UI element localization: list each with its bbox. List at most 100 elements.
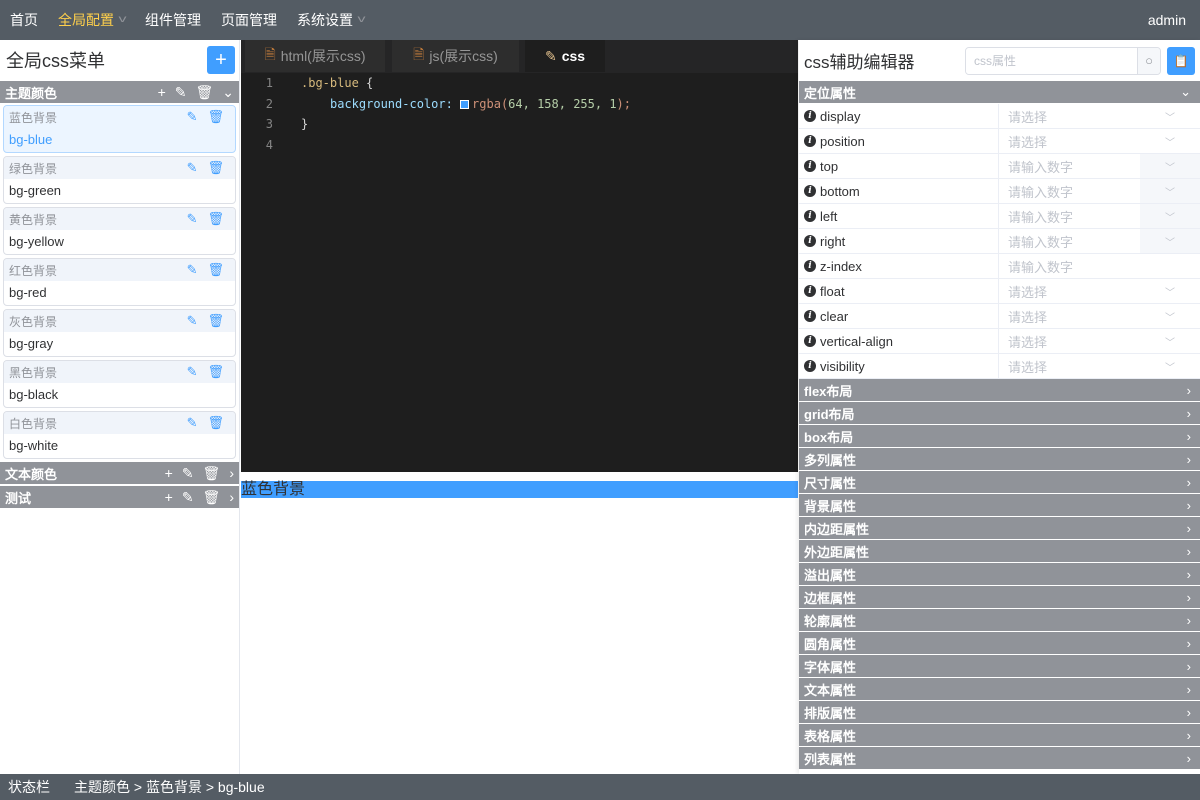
chevron-down-icon[interactable]: ﹀ [1140,179,1200,203]
chevron-down-icon[interactable]: ﹀ [1140,154,1200,178]
info-icon[interactable]: i [804,285,816,297]
css-class-item[interactable]: 红色背景 ✎ 🗑 bg-red [3,258,236,306]
property-value-bottom[interactable]: 请输入数字 ﹀ [999,179,1200,203]
property-value-float[interactable]: 请选择 ﹀ [999,279,1200,303]
section-header[interactable]: flex布局 › [799,379,1200,402]
nav-item[interactable]: 首页 [0,0,48,40]
css-search-input[interactable] [966,47,1137,74]
property-value-left[interactable]: 请输入数字 ﹀ [999,204,1200,228]
section-header[interactable]: 字体属性 › [799,655,1200,678]
section-header[interactable]: grid布局 › [799,402,1200,425]
tab-css[interactable]: ✎ css [525,40,605,72]
user-menu[interactable]: admin [1148,12,1200,28]
chevron-down-icon[interactable]: ﹀ [1140,304,1200,328]
info-icon[interactable]: i [804,235,816,247]
delete-icon[interactable]: 🗑 [195,84,213,101]
delete-icon[interactable]: 🗑 [207,160,224,176]
chevron-down-icon[interactable]: ﹀ [1140,229,1200,253]
edit-icon[interactable]: ✎ [187,313,198,329]
color-swatch-icon[interactable] [460,99,470,109]
info-icon[interactable]: i [804,160,816,172]
info-icon[interactable]: i [804,185,816,197]
info-icon[interactable]: i [804,335,816,347]
nav-item[interactable]: 系统设置 v [287,0,374,40]
section-header[interactable]: 背景属性 › [799,494,1200,517]
code-area[interactable]: 1 .bg-blue { 2 background-color: rgba(64, … [241,73,798,155]
chevron-down-icon[interactable]: ﹀ [1140,279,1200,303]
group-header[interactable]: 测试 + ✎ 🗑 › [0,486,239,508]
edit-icon[interactable]: ✎ [187,415,198,431]
edit-icon[interactable]: ✎ [182,489,194,506]
edit-icon[interactable]: ✎ [187,160,198,176]
tab-js[interactable]: 🗎 js(展示css) [392,40,519,72]
group-header[interactable]: 文本颜色 + ✎ 🗑 › [0,462,239,484]
edit-icon[interactable]: ✎ [187,364,198,380]
chevron-down-icon[interactable]: ﹀ [1140,129,1200,153]
chevron-down-icon[interactable]: ﹀ [1140,204,1200,228]
info-icon[interactable]: i [804,360,816,372]
delete-icon[interactable]: 🗑 [207,364,224,380]
property-value-right[interactable]: 请输入数字 ﹀ [999,229,1200,253]
chevron-down-icon[interactable]: ﹀ [1140,354,1200,378]
search-button[interactable]: ○ [1137,47,1160,74]
delete-icon[interactable]: 🗑 [203,489,221,506]
section-header[interactable]: 文本属性 › [799,678,1200,701]
info-icon[interactable]: i [804,110,816,122]
add-group-button[interactable]: + [207,46,235,74]
section-header[interactable]: 内边距属性 › [799,517,1200,540]
nav-item[interactable]: 组件管理 [135,0,211,40]
edit-icon[interactable]: ✎ [182,465,194,482]
add-icon[interactable]: + [158,84,166,101]
info-icon[interactable]: i [804,260,816,272]
section-header-positioning[interactable]: 定位属性 ⌄ [799,81,1200,104]
property-value-vertical-align[interactable]: 请选择 ﹀ [999,329,1200,353]
section-header[interactable]: 圆角属性 › [799,632,1200,655]
section-header[interactable]: 溢出属性 › [799,563,1200,586]
section-header[interactable]: 排版属性 › [799,701,1200,724]
edit-icon[interactable]: ✎ [187,211,198,227]
edit-icon[interactable]: ✎ [187,109,198,125]
css-class-item[interactable]: 黄色背景 ✎ 🗑 bg-yellow [3,207,236,255]
delete-icon[interactable]: 🗑 [207,415,224,431]
css-class-item[interactable]: 白色背景 ✎ 🗑 bg-white [3,411,236,459]
tab-html[interactable]: 🗎 html(展示css) [245,40,385,72]
property-value-position[interactable]: 请选择 ﹀ [999,129,1200,153]
property-value-clear[interactable]: 请选择 ﹀ [999,304,1200,328]
delete-icon[interactable]: 🗑 [207,313,224,329]
chevron-down-icon[interactable]: ﹀ [1140,329,1200,353]
chevron-right-icon[interactable]: › [229,465,234,482]
section-header[interactable]: 轮廓属性 › [799,609,1200,632]
section-header[interactable]: box布局 › [799,425,1200,448]
css-class-item[interactable]: 灰色背景 ✎ 🗑 bg-gray [3,309,236,357]
info-icon[interactable]: i [804,135,816,147]
nav-item[interactable]: 页面管理 [211,0,287,40]
section-header[interactable]: 多列属性 › [799,448,1200,471]
css-class-item[interactable]: 蓝色背景 ✎ 🗑 bg-blue [3,105,236,153]
section-header[interactable]: 列表属性 › [799,747,1200,770]
nav-item[interactable]: 全局配置 v [48,0,135,40]
section-header[interactable]: 尺寸属性 › [799,471,1200,494]
property-value-display[interactable]: 请选择 ﹀ [999,104,1200,128]
css-class-item[interactable]: 黑色背景 ✎ 🗑 bg-black [3,360,236,408]
edit-icon[interactable]: ✎ [187,262,198,278]
property-value-visibility[interactable]: 请选择 ﹀ [999,354,1200,378]
delete-icon[interactable]: 🗑 [207,109,224,125]
add-icon[interactable]: + [165,489,173,506]
edit-icon[interactable]: ✎ [175,84,187,101]
delete-icon[interactable]: 🗑 [207,211,224,227]
property-value-z-index[interactable]: 请输入数字 [999,254,1200,278]
section-header[interactable]: 边框属性 › [799,586,1200,609]
chevron-right-icon[interactable]: › [229,489,234,506]
property-value-top[interactable]: 请输入数字 ﹀ [999,154,1200,178]
info-icon[interactable]: i [804,310,816,322]
group-header[interactable]: 主题颜色 + ✎ 🗑 ⌄ [0,81,239,103]
add-icon[interactable]: + [165,465,173,482]
info-icon[interactable]: i [804,210,816,222]
delete-icon[interactable]: 🗑 [207,262,224,278]
section-header[interactable]: 表格属性 › [799,724,1200,747]
clipboard-button[interactable]: 📋 [1167,46,1195,75]
chevron-down-icon[interactable]: ⌄ [222,84,234,101]
section-header[interactable]: 外边距属性 › [799,540,1200,563]
delete-icon[interactable]: 🗑 [203,465,221,482]
css-class-item[interactable]: 绿色背景 ✎ 🗑 bg-green [3,156,236,204]
